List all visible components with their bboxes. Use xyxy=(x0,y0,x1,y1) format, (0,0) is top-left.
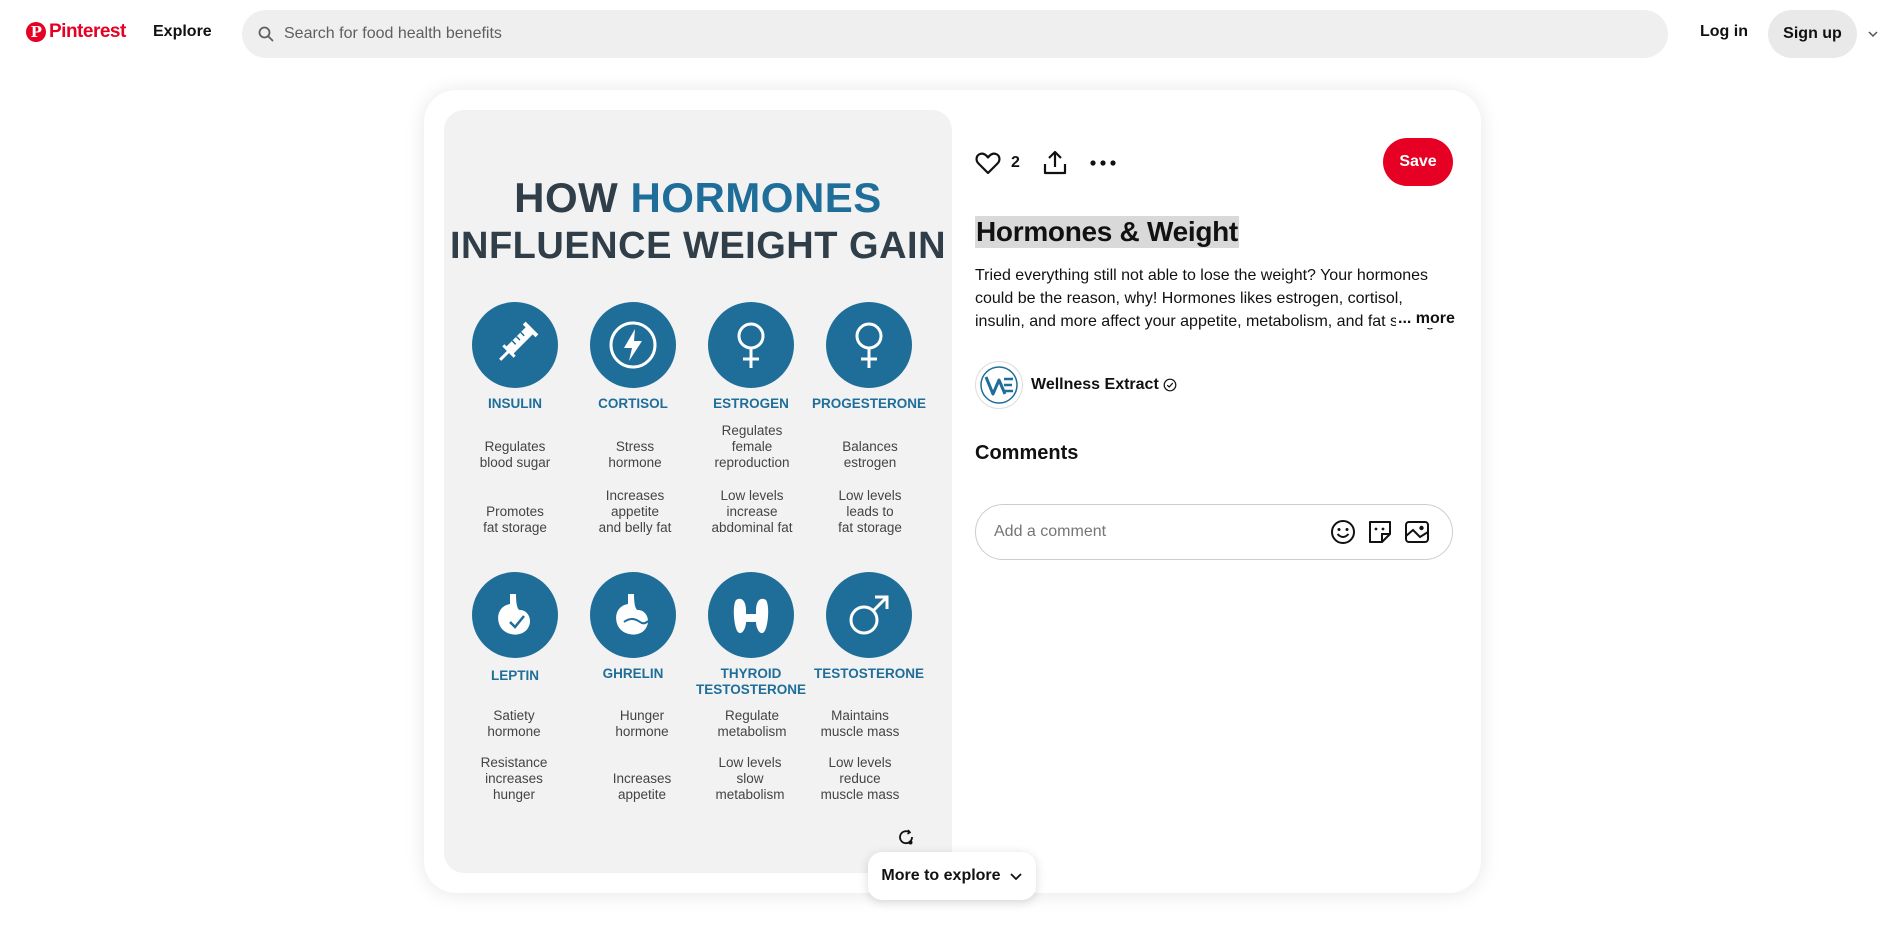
sign-up-button[interactable]: Sign up xyxy=(1768,10,1857,58)
pinterest-logo-icon: P xyxy=(26,22,46,42)
creator-avatar[interactable] xyxy=(975,361,1023,409)
hormone-effect: Low levels reduce muscle mass xyxy=(820,755,900,802)
hormone-effect: Low levels leads to fat storage xyxy=(838,488,902,535)
more-to-explore-label: More to explore xyxy=(881,867,1001,884)
pin-description: Tried everything still not able to lose … xyxy=(975,267,1448,330)
creator-info[interactable]: Wellness Extract xyxy=(975,361,1177,409)
hormone-effect: Promotes fat storage xyxy=(483,504,547,535)
creator-name[interactable]: Wellness Extract xyxy=(1031,376,1159,394)
like-count: 2 xyxy=(1011,154,1020,171)
hormone-effect: Low levels increase abdominal fat xyxy=(711,488,793,535)
comments-heading: Comments xyxy=(975,442,1079,464)
share-icon[interactable] xyxy=(1042,150,1068,176)
sticker-icon[interactable] xyxy=(1367,519,1393,545)
male-icon xyxy=(826,572,912,658)
hormone-description: Balances estrogen xyxy=(842,439,898,470)
pin-closeup-card: HOW HORMONES INFLUENCE WEIGHT GAIN INSUL… xyxy=(424,90,1481,893)
hormone-testosterone: TESTOSTERONE xyxy=(809,572,929,682)
hormone-name: GHRELIN xyxy=(602,666,664,681)
hormone-progesterone: PROGESTERONE xyxy=(809,302,929,412)
stomach-check-icon xyxy=(472,572,558,658)
search-input[interactable] xyxy=(284,25,1584,43)
pinterest-logo[interactable]: P Pinterest xyxy=(26,21,126,43)
emoji-icon[interactable] xyxy=(1330,519,1356,545)
save-button[interactable]: Save xyxy=(1383,138,1453,186)
heart-icon[interactable] xyxy=(975,151,1001,175)
top-navigation: P Pinterest Explore Log in Sign up xyxy=(0,0,1887,68)
hormone-description: Hunger hormone xyxy=(615,708,669,739)
pin-title: Hormones & Weight xyxy=(975,216,1239,248)
thyroid-icon xyxy=(708,572,794,658)
hormone-cortisol: CORTISOL xyxy=(573,302,693,412)
infographic-title-line2: INFLUENCE WEIGHT GAIN xyxy=(449,225,947,267)
hormone-insulin: INSULIN xyxy=(455,302,575,412)
comment-box[interactable] xyxy=(975,504,1453,560)
photo-icon[interactable] xyxy=(1404,519,1430,545)
visual-search-icon xyxy=(899,829,913,845)
more-to-explore-button[interactable]: More to explore xyxy=(868,852,1036,900)
hormone-name: CORTISOL xyxy=(598,396,668,411)
hormone-name: INSULIN xyxy=(488,396,542,411)
hormone-leptin: LEPTIN xyxy=(455,572,575,684)
hormone-description: Regulates blood sugar xyxy=(479,439,551,470)
more-options-icon[interactable] xyxy=(1090,159,1116,167)
description-more-link[interactable]: ... more xyxy=(1396,310,1455,328)
hormone-ghrelin: GHRELIN xyxy=(573,572,693,682)
verified-badge-icon xyxy=(1163,378,1177,392)
explore-link[interactable]: Explore xyxy=(153,23,212,41)
stomach-icon xyxy=(590,572,676,658)
comment-input[interactable] xyxy=(994,523,1334,541)
female-icon xyxy=(826,302,912,388)
hormone-name: LEPTIN xyxy=(490,668,539,683)
hormone-description: Satiety hormone xyxy=(487,708,541,739)
search-icon xyxy=(258,26,274,42)
comment-tools xyxy=(1330,519,1430,545)
visual-search-button[interactable] xyxy=(888,820,924,856)
hormone-description: Maintains muscle mass xyxy=(820,708,900,739)
hormone-name: ESTROGEN xyxy=(713,396,789,411)
hormone-estrogen: ESTROGEN xyxy=(691,302,811,412)
hormone-description: Regulates female reproduction xyxy=(714,423,790,470)
infographic-title-line1: HOW HORMONES xyxy=(514,174,882,221)
lightning-icon xyxy=(590,302,676,388)
female-icon xyxy=(708,302,794,388)
hormone-effect: Low levels slow metabolism xyxy=(715,755,785,802)
hormone-description: Stress hormone xyxy=(608,439,662,470)
pin-actions: 2 xyxy=(975,150,1116,176)
hormone-thyroid: THYROID TESTOSTERONE xyxy=(691,572,811,698)
log-in-link[interactable]: Log in xyxy=(1700,23,1748,41)
pin-image[interactable]: HOW HORMONES INFLUENCE WEIGHT GAIN INSUL… xyxy=(444,110,952,873)
hormone-description: Regulate metabolism xyxy=(717,708,787,739)
chevron-down-icon xyxy=(1009,873,1022,881)
syringe-icon xyxy=(472,302,558,388)
hormone-effect: Increases appetite and belly fat xyxy=(598,488,672,535)
hormone-effect: Increases appetite xyxy=(612,771,672,802)
hormone-name: TESTOSTERONE xyxy=(813,666,925,681)
pinterest-wordmark: Pinterest xyxy=(49,21,126,42)
hormone-name: PROGESTERONE xyxy=(811,396,927,411)
search-bar[interactable] xyxy=(242,10,1668,58)
chevron-down-icon[interactable] xyxy=(1867,28,1879,40)
hormone-effect: Resistance increases hunger xyxy=(480,755,548,802)
hormone-name: THYROID TESTOSTERONE xyxy=(695,666,807,697)
